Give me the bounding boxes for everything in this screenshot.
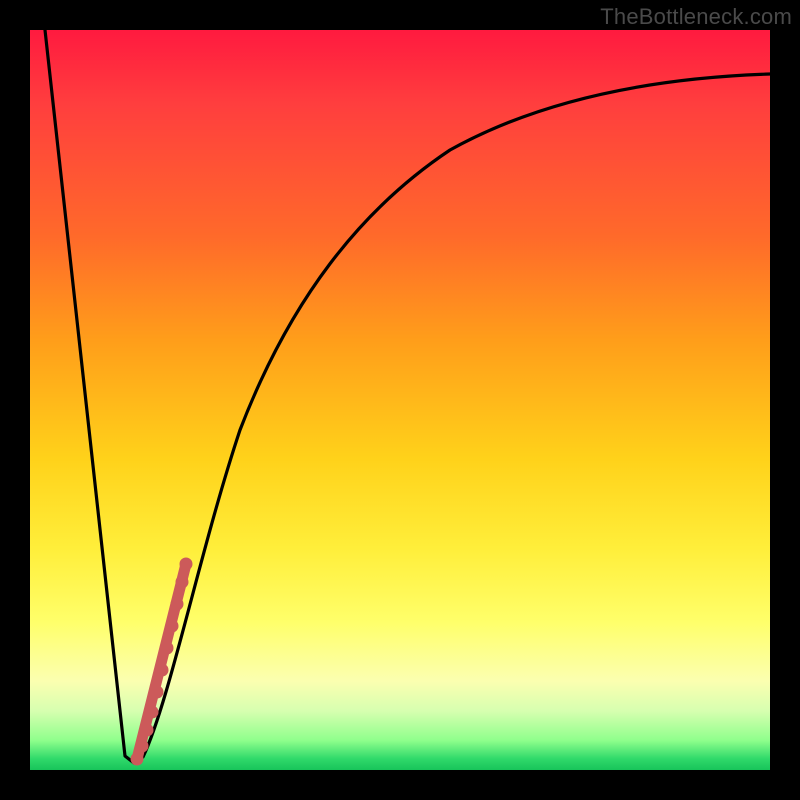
chart-plot-area <box>30 30 770 770</box>
bottleneck-curve-path <box>45 30 770 763</box>
chart-svg <box>30 30 770 770</box>
highlight-dots <box>131 558 192 765</box>
chart-frame: TheBottleneck.com <box>0 0 800 800</box>
watermark-text: TheBottleneck.com <box>600 4 792 30</box>
